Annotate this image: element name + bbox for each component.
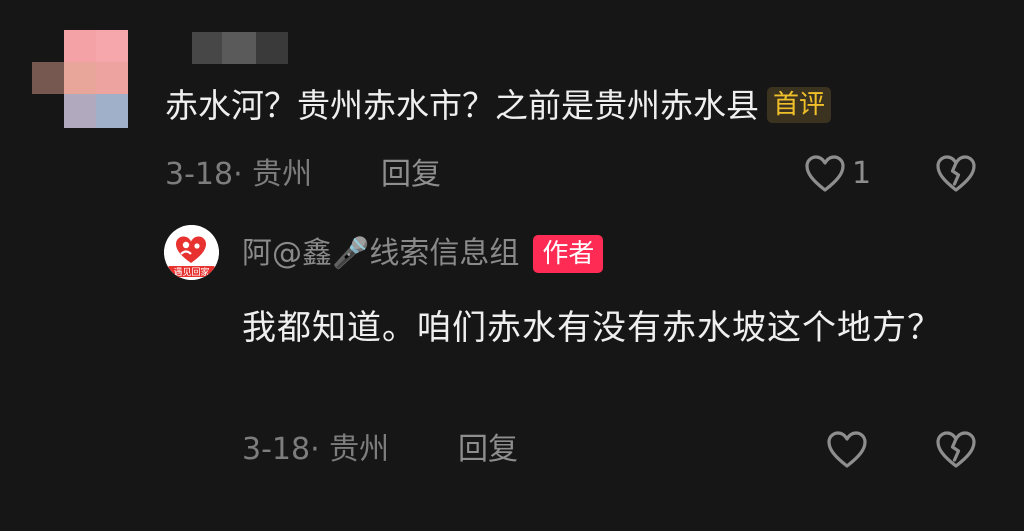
- like-count: 1: [852, 156, 872, 191]
- comment-text: 赤水河？贵州赤水市？之前是贵州赤水县 首评: [165, 84, 832, 128]
- reply-button[interactable]: 回复: [381, 155, 441, 195]
- commenter-username[interactable]: [192, 32, 288, 64]
- avatar-logo-text: 遇见回家: [173, 266, 209, 278]
- reply-meta: 3-18· 贵州: [242, 432, 390, 467]
- comment-dislike-button[interactable]: [934, 154, 978, 194]
- author-avatar[interactable]: 遇见回家: [164, 225, 219, 280]
- commenter-avatar[interactable]: [32, 30, 128, 128]
- reply-location: 贵州: [329, 432, 390, 467]
- heart-icon: [804, 154, 846, 194]
- reply-reply-button[interactable]: 回复: [458, 430, 518, 470]
- reply-dislike-button[interactable]: [934, 430, 978, 470]
- reply-text: 我都知道。咱们赤水有没有赤水坡这个地方？: [242, 308, 942, 348]
- comment-section: 赤水河？贵州赤水市？之前是贵州赤水县 首评 3-18· 贵州 回复 1 遇见回家…: [0, 0, 1024, 531]
- heart-icon: [826, 430, 868, 470]
- broken-heart-icon: [934, 430, 978, 470]
- reply-like-button[interactable]: [826, 430, 868, 470]
- broken-heart-icon: [934, 154, 978, 194]
- author-badge: 作者: [533, 235, 604, 273]
- comment-date: 3-18: [165, 157, 234, 192]
- reply-date: 3-18: [242, 432, 311, 467]
- comment-body: 赤水河？贵州赤水市？之前是贵州赤水县: [165, 86, 759, 125]
- comment-like-button[interactable]: 1: [804, 154, 871, 194]
- author-name[interactable]: 阿@鑫🎤线索信息组: [242, 234, 519, 274]
- comment-location: 贵州: [252, 157, 313, 192]
- author-name-row: 阿@鑫🎤线索信息组 作者: [242, 234, 604, 274]
- comment-meta: 3-18· 贵州: [165, 157, 313, 192]
- first-comment-badge: 首评: [767, 87, 832, 123]
